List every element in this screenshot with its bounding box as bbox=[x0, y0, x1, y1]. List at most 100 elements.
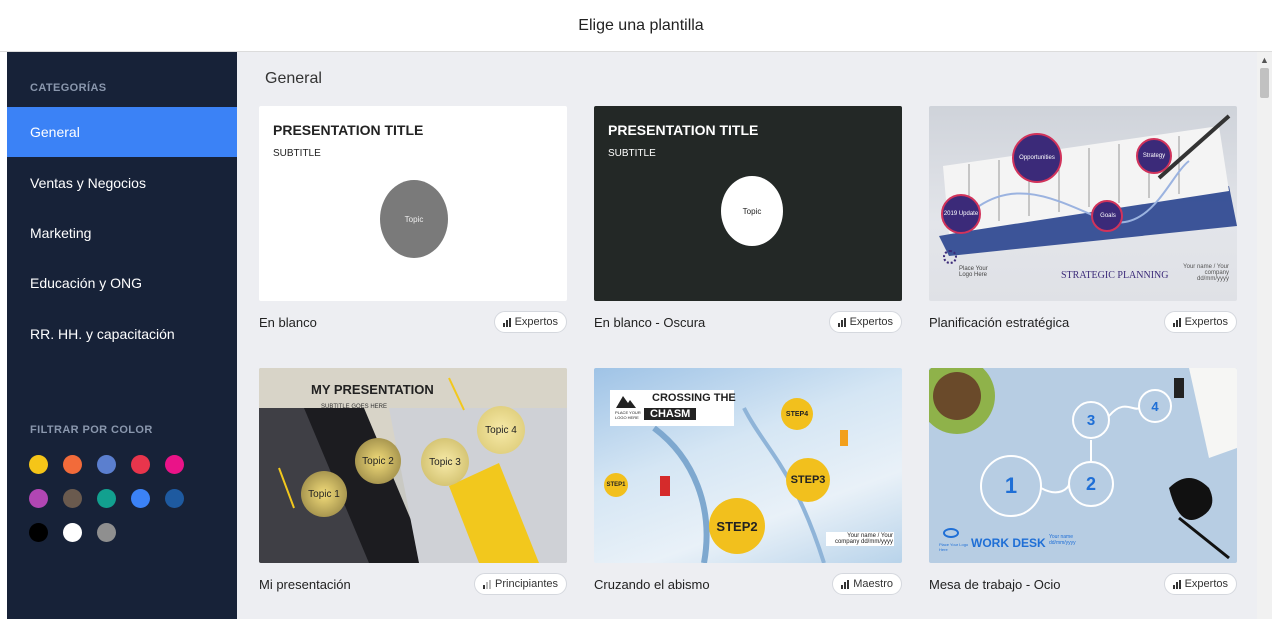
thumb-topic-4: Topic 4 bbox=[477, 406, 525, 454]
template-thumbnail[interactable]: 2019 Update Opportunities Goals Strategy… bbox=[929, 106, 1237, 301]
thumb-step-1: STEP1 bbox=[604, 473, 628, 497]
thumb-title: STRATEGIC PLANNING bbox=[1061, 270, 1169, 281]
level-bars-icon bbox=[1172, 579, 1181, 589]
color-swatch[interactable] bbox=[165, 455, 184, 474]
template-name: Mesa de trabajo - Ocio bbox=[929, 577, 1061, 592]
thumb-update-label: 2019 Update bbox=[943, 211, 979, 217]
template-card-en-blanco-oscura[interactable]: PRESENTATION TITLE SUBTITLE Topic En bla… bbox=[594, 106, 902, 346]
thumb-opportunities-label: Opportunities bbox=[1019, 155, 1055, 161]
logo-placeholder-icon bbox=[943, 250, 957, 264]
scrollbar-thumb[interactable] bbox=[1260, 68, 1269, 98]
thumb-number-4: 4 bbox=[1151, 398, 1159, 414]
template-card-cruzando-el-abismo[interactable]: PLACE YOUR LOGO HERE CROSSING THE CHASM … bbox=[594, 368, 902, 608]
mountain-logo-icon bbox=[616, 396, 636, 408]
thumb-number-3: 3 bbox=[1086, 411, 1096, 429]
thumb-step-4: STEP4 bbox=[781, 398, 813, 430]
thumb-title: WORK DESK bbox=[971, 536, 1046, 550]
sidebar-item-educacion-y-ong[interactable]: Educación y ONG bbox=[7, 258, 237, 308]
thumb-goals-label: Goals bbox=[1100, 213, 1116, 219]
color-swatch[interactable] bbox=[63, 523, 82, 542]
thumb-strategy-label: Strategy bbox=[1142, 153, 1166, 159]
dialog-title: Elige una plantilla bbox=[578, 16, 704, 34]
difficulty-badge: Expertos bbox=[1163, 573, 1237, 595]
difficulty-label: Expertos bbox=[1184, 578, 1228, 590]
color-swatch[interactable] bbox=[131, 489, 150, 508]
thumb-subtitle: SUBTITLE bbox=[608, 148, 656, 159]
thumb-step-2: STEP2 bbox=[709, 498, 765, 554]
template-thumbnail[interactable]: PRESENTATION TITLE SUBTITLE Topic bbox=[594, 106, 902, 301]
template-name: En blanco bbox=[259, 315, 317, 330]
template-thumbnail[interactable]: PLACE YOUR LOGO HERE CROSSING THE CHASM … bbox=[594, 368, 902, 563]
difficulty-label: Maestro bbox=[853, 578, 893, 590]
logo-placeholder-icon bbox=[943, 528, 959, 538]
section-title: General bbox=[265, 70, 322, 87]
level-bars-icon bbox=[837, 317, 846, 327]
sidebar: CATEGORÍAS General Ventas y Negocios Mar… bbox=[7, 52, 237, 619]
color-swatch[interactable] bbox=[63, 455, 82, 474]
thumb-step-3: STEP3 bbox=[786, 458, 830, 502]
template-card-mi-presentacion[interactable]: MY PRESENTATION SUBTITLE GOES HERE Topic… bbox=[259, 368, 567, 608]
difficulty-label: Principiantes bbox=[495, 578, 558, 590]
template-name: Cruzando el abismo bbox=[594, 577, 710, 592]
difficulty-badge: Expertos bbox=[493, 311, 567, 333]
thumb-topic-1: Topic 1 bbox=[301, 471, 347, 517]
level-bars-icon bbox=[502, 317, 511, 327]
difficulty-label: Expertos bbox=[1184, 316, 1228, 328]
sidebar-item-rr-hh-capacitacion[interactable]: RR. HH. y capacitación bbox=[7, 309, 237, 359]
thumb-title: PRESENTATION TITLE bbox=[608, 122, 759, 138]
thumb-footer: Your name / Your company dd/mm/yyyy bbox=[1183, 264, 1229, 282]
template-card-en-blanco[interactable]: PRESENTATION TITLE SUBTITLE Topic En bla… bbox=[259, 106, 567, 346]
template-gallery: General PRESENTATION TITLE SUBTITLE Topi… bbox=[237, 52, 1257, 619]
template-card-planificacion-estrategica[interactable]: 2019 Update Opportunities Goals Strategy… bbox=[929, 106, 1237, 346]
template-name: Mi presentación bbox=[259, 577, 351, 592]
dialog-header: Elige una plantilla bbox=[0, 0, 1272, 52]
thumb-footer: Your name dd/mm/yyyy bbox=[1049, 534, 1076, 546]
thumb-logo-text: PLACE YOUR LOGO HERE bbox=[615, 410, 641, 420]
template-name: En blanco - Oscura bbox=[594, 315, 706, 330]
thumb-topic-circle: Topic bbox=[380, 180, 448, 258]
color-swatch[interactable] bbox=[165, 489, 184, 508]
template-thumbnail[interactable]: MY PRESENTATION SUBTITLE GOES HERE Topic… bbox=[259, 368, 567, 563]
thumb-footer: Your name / Your company dd/mm/yyyy bbox=[826, 532, 894, 546]
template-thumbnail[interactable]: PRESENTATION TITLE SUBTITLE Topic bbox=[259, 106, 567, 301]
level-bars-icon bbox=[1172, 317, 1181, 327]
level-bars-icon bbox=[483, 579, 492, 589]
sidebar-item-marketing[interactable]: Marketing bbox=[7, 208, 237, 258]
template-thumbnail[interactable]: 1 2 3 4 Place Your Logo Here WORK DESK Y… bbox=[929, 368, 1237, 563]
difficulty-badge: Expertos bbox=[828, 311, 902, 333]
thumb-subtitle: SUBTITLE GOES HERE bbox=[321, 404, 388, 410]
difficulty-badge: Expertos bbox=[1163, 311, 1237, 333]
sidebar-item-general[interactable]: General bbox=[7, 107, 237, 157]
scroll-up-arrow-icon[interactable]: ▲ bbox=[1260, 55, 1269, 65]
thumb-title: PRESENTATION TITLE bbox=[273, 122, 424, 138]
color-swatch[interactable] bbox=[131, 455, 150, 474]
color-swatch[interactable] bbox=[97, 523, 116, 542]
color-swatch[interactable] bbox=[97, 489, 116, 508]
filter-by-color-heading: FILTRAR POR COLOR bbox=[30, 424, 153, 436]
categories-heading: CATEGORÍAS bbox=[30, 82, 107, 94]
difficulty-label: Expertos bbox=[849, 316, 893, 328]
thumb-title-line1: CROSSING THE bbox=[652, 392, 736, 404]
template-card-mesa-de-trabajo-ocio[interactable]: 1 2 3 4 Place Your Logo Here WORK DESK Y… bbox=[929, 368, 1237, 608]
color-swatch[interactable] bbox=[97, 455, 116, 474]
difficulty-badge: Principiantes bbox=[474, 573, 567, 595]
color-swatch[interactable] bbox=[63, 489, 82, 508]
color-swatch[interactable] bbox=[29, 523, 48, 542]
thumb-title: MY PRESENTATION bbox=[311, 382, 434, 397]
my-presentation-illustration bbox=[259, 368, 567, 563]
template-name: Planificación estratégica bbox=[929, 315, 1070, 330]
thumb-logo-text: Place Your Logo Here bbox=[939, 542, 969, 552]
thumb-topic-circle: Topic bbox=[721, 176, 783, 246]
thumb-subtitle: SUBTITLE bbox=[273, 148, 321, 159]
thumb-number-2: 2 bbox=[1085, 473, 1096, 494]
thumb-number-1: 1 bbox=[1004, 473, 1018, 498]
thumb-title-line2: CHASM bbox=[644, 408, 697, 420]
color-swatch[interactable] bbox=[29, 489, 48, 508]
vertical-scrollbar[interactable]: ▲ bbox=[1257, 52, 1272, 619]
color-swatch[interactable] bbox=[29, 455, 48, 474]
sidebar-item-ventas-y-negocios[interactable]: Ventas y Negocios bbox=[7, 158, 237, 208]
thumb-topic-3: Topic 3 bbox=[421, 438, 469, 486]
level-bars-icon bbox=[841, 579, 850, 589]
thumb-topic-2: Topic 2 bbox=[355, 438, 401, 484]
difficulty-label: Expertos bbox=[514, 316, 558, 328]
